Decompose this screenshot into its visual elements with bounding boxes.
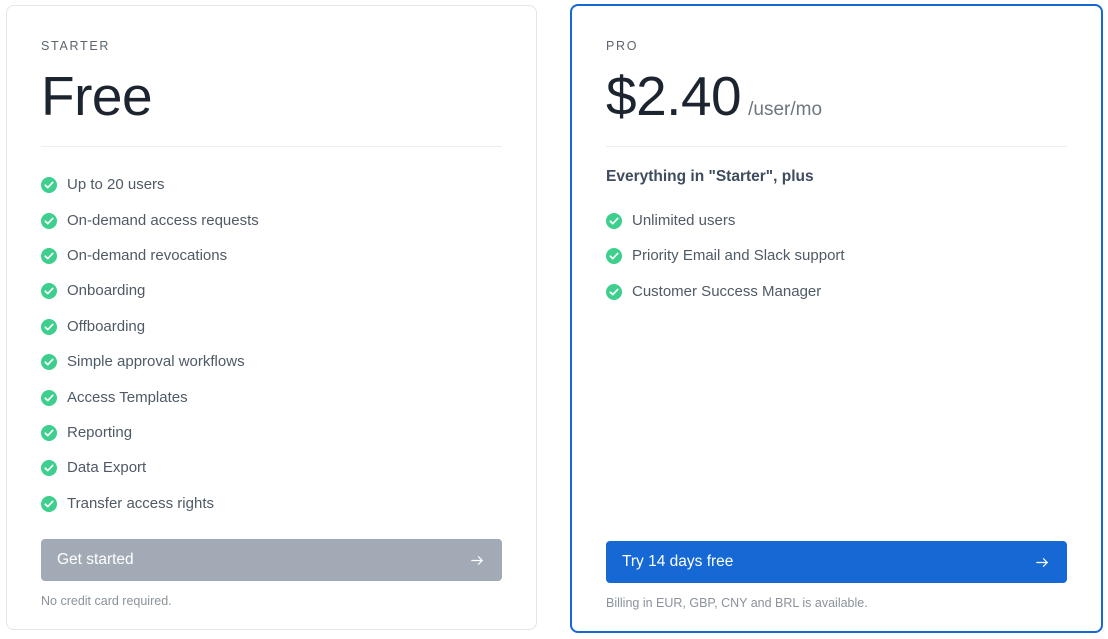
check-circle-icon: [606, 248, 622, 265]
feature-label: Unlimited users: [632, 211, 736, 229]
check-circle-icon: [41, 354, 57, 371]
list-item: Onboarding: [41, 274, 502, 309]
check-circle-icon: [41, 248, 57, 265]
fine-print-starter: No credit card required.: [41, 594, 172, 608]
pricing-card-starter: STARTER Free Up to 20 users On-demand ac…: [6, 5, 537, 630]
check-circle-icon: [41, 460, 57, 477]
check-circle-icon: [41, 425, 57, 442]
list-item: On-demand revocations: [41, 238, 502, 273]
list-item: Up to 20 users: [41, 168, 502, 203]
list-item: On-demand access requests: [41, 203, 502, 238]
check-circle-icon: [606, 212, 622, 229]
try-free-button[interactable]: Try 14 days free: [606, 541, 1067, 583]
check-circle-icon: [41, 283, 57, 300]
check-circle-icon: [41, 389, 57, 406]
feature-label: On-demand revocations: [67, 247, 228, 265]
list-item: Access Templates: [41, 380, 502, 415]
feature-label: Reporting: [67, 424, 133, 442]
feature-label: Data Export: [67, 459, 147, 477]
list-item: Priority Email and Slack support: [606, 239, 1067, 274]
feature-label: Up to 20 users: [67, 176, 165, 194]
cta-area-starter: Get started No credit card required.: [41, 539, 502, 629]
feature-label: Customer Success Manager: [632, 282, 822, 300]
list-item: Reporting: [41, 415, 502, 450]
plan-tag-starter: STARTER: [41, 39, 111, 53]
feature-label: Access Templates: [67, 388, 188, 406]
feature-list-pro: Unlimited users Priority Email and Slack…: [606, 203, 1067, 309]
arrow-right-icon: [1036, 557, 1048, 567]
pricing-plans-container: STARTER Free Up to 20 users On-demand ac…: [0, 0, 1108, 639]
plan-price-starter: Free: [41, 64, 502, 127]
feature-list-starter: Up to 20 users On-demand access requests…: [41, 168, 502, 522]
cta-label: Get started: [57, 551, 134, 569]
cta-area-pro: Try 14 days free Billing in EUR, GBP, CN…: [606, 541, 1067, 631]
get-started-button[interactable]: Get started: [41, 539, 502, 581]
list-item: Transfer access rights: [41, 486, 502, 521]
list-item: Offboarding: [41, 309, 502, 344]
price-period: /user/mo: [748, 98, 823, 120]
list-item: Customer Success Manager: [606, 274, 1067, 309]
plan-tag-pro: PRO: [606, 39, 639, 53]
feature-label: On-demand access requests: [67, 211, 259, 229]
list-item: Unlimited users: [606, 203, 1067, 238]
check-circle-icon: [41, 495, 57, 512]
list-item: Data Export: [41, 451, 502, 486]
feature-label: Simple approval workflows: [67, 353, 245, 371]
list-item: Simple approval workflows: [41, 345, 502, 380]
header-divider: [606, 145, 1067, 147]
plan-price-pro: $2.40 /user/mo: [606, 64, 1067, 127]
feature-label: Onboarding: [67, 282, 146, 300]
check-circle-icon: [606, 283, 622, 300]
feature-label: Offboarding: [67, 317, 146, 335]
plan-inherits-heading: Everything in "Starter", plus: [606, 167, 814, 185]
fine-print-pro: Billing in EUR, GBP, CNY and BRL is avai…: [606, 596, 868, 610]
check-circle-icon: [41, 212, 57, 229]
price-amount: Free: [41, 64, 153, 127]
arrow-right-icon: [471, 555, 483, 565]
feature-label: Transfer access rights: [67, 494, 214, 512]
cta-label: Try 14 days free: [622, 553, 734, 571]
price-amount: $2.40: [606, 64, 742, 127]
feature-label: Priority Email and Slack support: [632, 247, 845, 265]
check-circle-icon: [41, 177, 57, 194]
header-divider: [41, 145, 502, 147]
check-circle-icon: [41, 318, 57, 335]
pricing-card-pro: PRO $2.40 /user/mo Everything in "Starte…: [570, 4, 1103, 633]
